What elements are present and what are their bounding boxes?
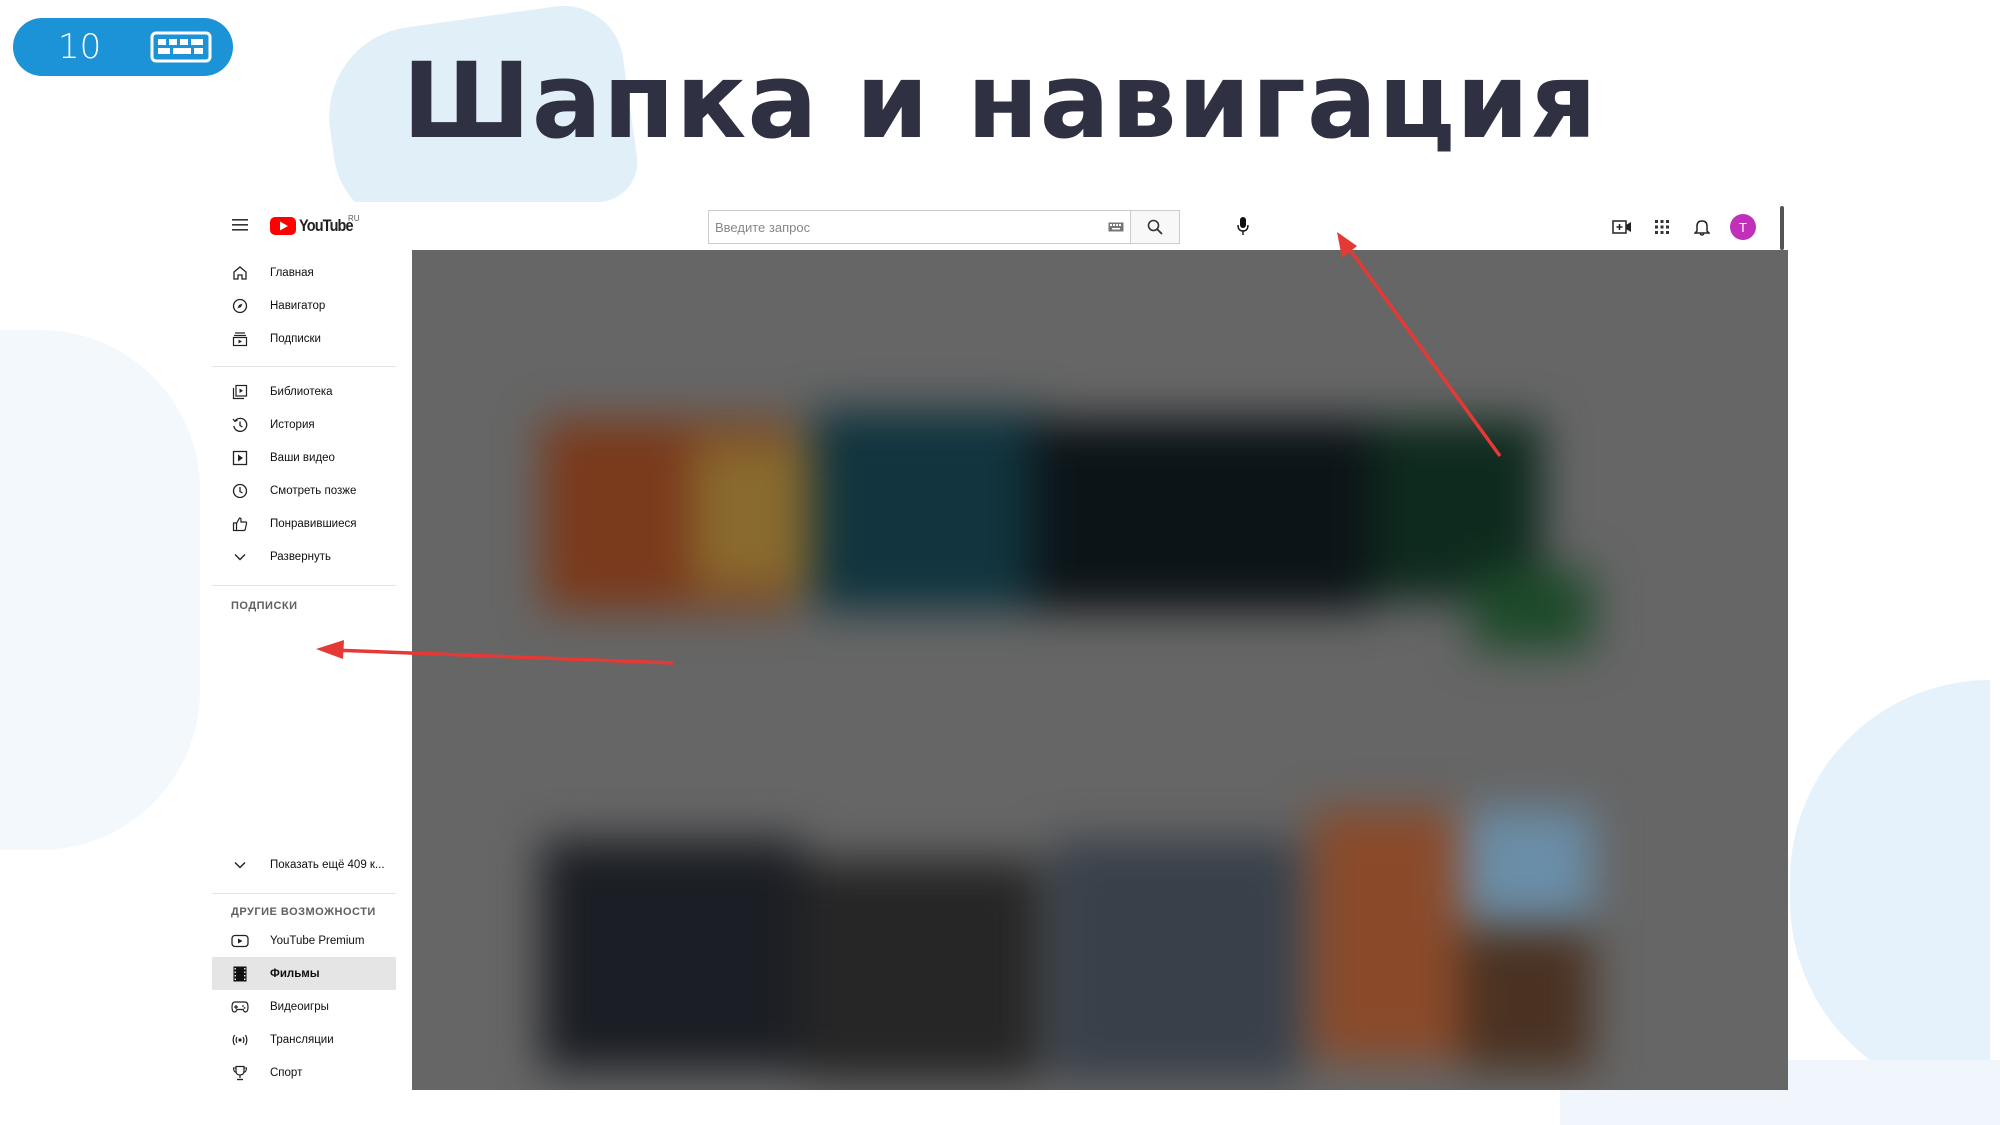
compass-icon bbox=[232, 298, 248, 313]
sidebar-item-label: Подписки bbox=[270, 332, 321, 345]
home-icon bbox=[233, 265, 247, 280]
sidebar-item-expand[interactable]: Развернуть bbox=[212, 540, 396, 573]
chevron-down-icon bbox=[234, 861, 246, 868]
sidebar-item-gaming[interactable]: Видеоигры bbox=[212, 990, 396, 1023]
background-shape bbox=[0, 330, 200, 850]
clock-icon bbox=[232, 483, 248, 498]
sidebar-item-label: Понравившиеся bbox=[270, 517, 357, 530]
header-actions: T bbox=[1602, 214, 1756, 240]
sidebar-item-label: Показать ещё 409 к... bbox=[270, 858, 385, 871]
library-icon bbox=[232, 384, 248, 399]
youtube-premium-icon bbox=[231, 934, 249, 947]
other-section-title: ДРУГИЕ ВОЗМОЖНОСТИ bbox=[231, 906, 376, 918]
film-icon bbox=[233, 966, 247, 981]
sidebar-item-label: YouTube Premium bbox=[270, 934, 365, 947]
create-video-button[interactable] bbox=[1602, 214, 1642, 240]
logo-text: YouTube bbox=[299, 216, 354, 235]
create-video-icon bbox=[1612, 220, 1631, 234]
sidebar-item-label: Главная bbox=[270, 266, 314, 279]
sidebar-item-label: Видеоигры bbox=[270, 1000, 329, 1013]
sidebar-item-liked[interactable]: Понравившиеся bbox=[212, 507, 396, 540]
microphone-icon[interactable] bbox=[1236, 216, 1250, 236]
menu-icon[interactable] bbox=[232, 218, 248, 232]
search-icon bbox=[1147, 219, 1163, 235]
blurred-content-area bbox=[412, 250, 1788, 1090]
youtube-header: YouTube RU Введите запрос T bbox=[212, 202, 1788, 250]
search-bar bbox=[708, 210, 1180, 244]
search-box bbox=[708, 210, 1130, 244]
sidebar-item-label: Ваши видео bbox=[270, 451, 335, 464]
logo-region: RU bbox=[348, 214, 360, 223]
sidebar-item-show-more[interactable]: Показать ещё 409 к... bbox=[212, 848, 396, 881]
sidebar-item-watch-later[interactable]: Смотреть позже bbox=[212, 474, 396, 507]
youtube-play-icon bbox=[270, 217, 296, 235]
apps-grid-icon bbox=[1655, 220, 1669, 234]
sidebar-divider bbox=[212, 366, 396, 367]
thumbs-up-icon bbox=[232, 516, 248, 531]
play-square-icon bbox=[232, 450, 248, 465]
sidebar-divider bbox=[212, 585, 396, 586]
sidebar-item-label: Трансляции bbox=[270, 1033, 334, 1046]
live-broadcast-icon bbox=[232, 1034, 248, 1045]
trophy-icon bbox=[232, 1065, 248, 1080]
avatar[interactable]: T bbox=[1730, 214, 1756, 240]
sidebar-item-live[interactable]: Трансляции bbox=[212, 1023, 396, 1056]
subscriptions-section-title: ПОДПИСКИ bbox=[231, 600, 298, 612]
sidebar-item-library[interactable]: Библиотека bbox=[212, 375, 396, 408]
search-input[interactable] bbox=[715, 219, 1108, 235]
chevron-down-icon bbox=[234, 553, 246, 560]
gamepad-icon bbox=[231, 1000, 249, 1013]
sidebar-item-home[interactable]: Главная bbox=[212, 256, 396, 289]
apps-button[interactable] bbox=[1642, 214, 1682, 240]
sidebar-item-explore[interactable]: Навигатор bbox=[212, 289, 396, 322]
search-button[interactable] bbox=[1130, 210, 1180, 244]
sidebar-divider bbox=[212, 893, 396, 894]
sidebar-item-youtube-premium[interactable]: YouTube Premium bbox=[212, 924, 396, 957]
sidebar-item-label: Фильмы bbox=[270, 967, 320, 980]
sidebar-item-subscriptions[interactable]: Подписки bbox=[212, 322, 396, 355]
scrollbar[interactable] bbox=[1780, 206, 1784, 250]
sidebar-item-label: Смотреть позже bbox=[270, 484, 357, 497]
youtube-window: YouTube RU Введите запрос T Главная Нави… bbox=[212, 202, 1788, 1090]
keyboard-icon[interactable] bbox=[1108, 222, 1124, 232]
sidebar-item-sports[interactable]: Спорт bbox=[212, 1056, 396, 1089]
sidebar-item-movies[interactable]: Фильмы bbox=[212, 957, 396, 990]
subscriptions-icon bbox=[232, 331, 248, 346]
sidebar-item-history[interactable]: История bbox=[212, 408, 396, 441]
notifications-button[interactable] bbox=[1682, 214, 1722, 240]
sidebar-item-label: История bbox=[270, 418, 315, 431]
slide-title: Шапка и навигация bbox=[402, 40, 1598, 162]
sidebar: Главная Навигатор Подписки Библиотека Ис… bbox=[212, 250, 412, 1090]
sidebar-item-label: Навигатор bbox=[270, 299, 326, 312]
sidebar-item-label: Развернуть bbox=[270, 550, 331, 563]
sidebar-item-your-videos[interactable]: Ваши видео bbox=[212, 441, 396, 474]
avatar-letter: T bbox=[1739, 219, 1747, 235]
background-shape bbox=[1790, 680, 1990, 1100]
sidebar-item-label: Спорт bbox=[270, 1066, 303, 1079]
bell-icon bbox=[1694, 220, 1710, 236]
history-icon bbox=[232, 417, 248, 432]
sidebar-item-label: Библиотека bbox=[270, 385, 333, 398]
blurred-video-grid bbox=[412, 250, 1788, 1090]
